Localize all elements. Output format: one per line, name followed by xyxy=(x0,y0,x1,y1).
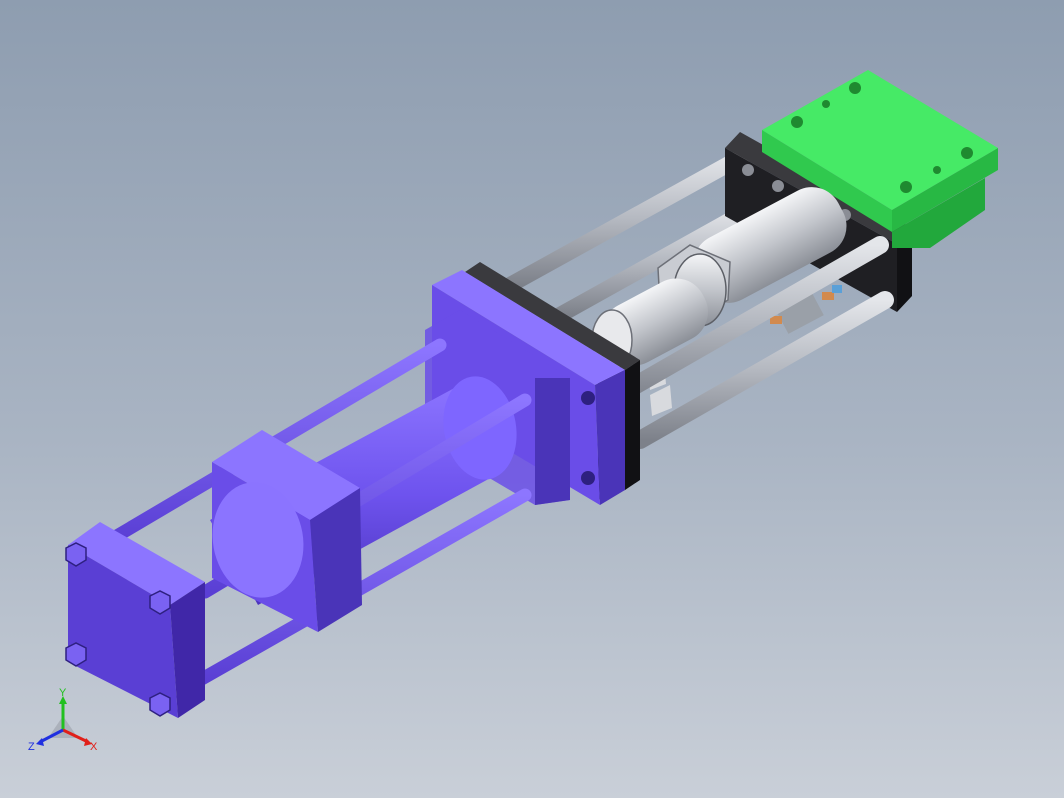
axis-triad: Y X Z xyxy=(28,687,98,753)
assembly-model[interactable] xyxy=(0,0,1064,798)
x-axis-label: X xyxy=(90,741,98,753)
z-axis-label: Z xyxy=(28,741,35,753)
y-axis-label: Y xyxy=(59,687,67,699)
cad-viewport[interactable]: Y X Z xyxy=(0,0,1064,798)
